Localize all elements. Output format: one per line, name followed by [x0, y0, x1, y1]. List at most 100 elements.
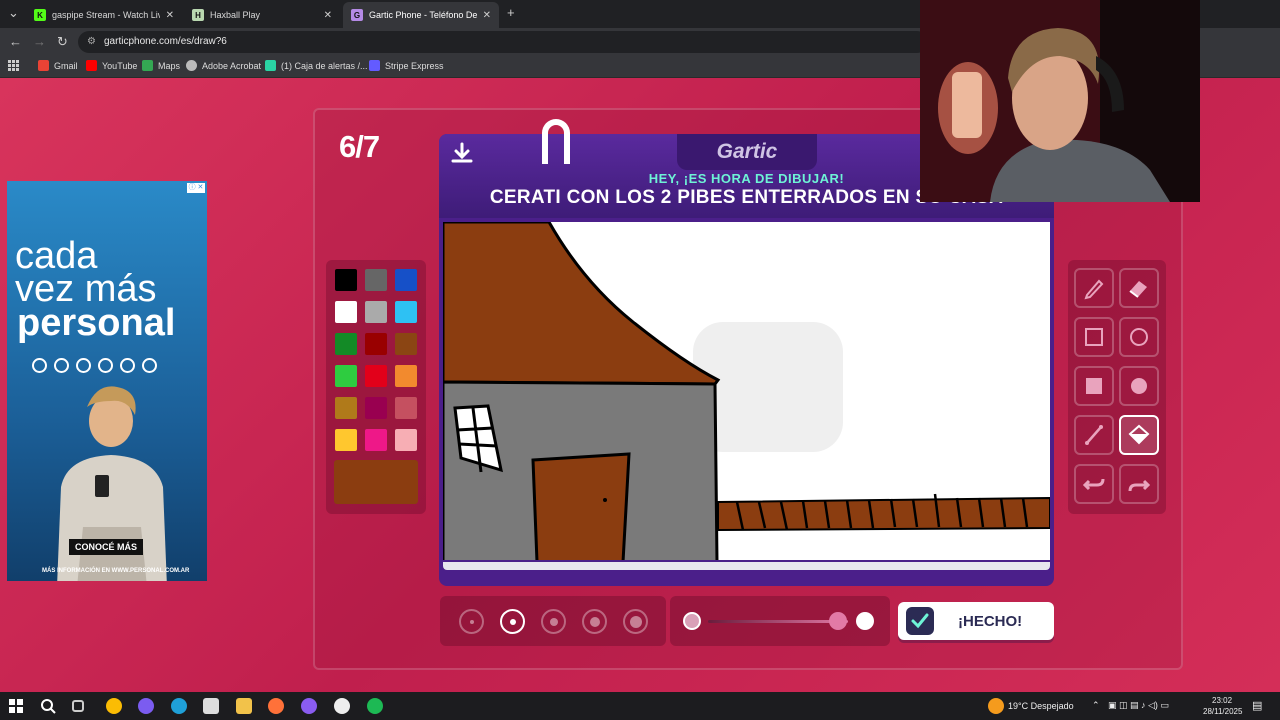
forward-icon[interactable]: →	[33, 34, 46, 49]
color-swatch[interactable]	[335, 429, 357, 451]
brush-size-option[interactable]	[623, 609, 648, 634]
app-icon[interactable]	[301, 698, 317, 714]
youtube-icon	[86, 60, 97, 71]
notebook-ring	[542, 119, 570, 164]
site-info-icon[interactable]: ⚙	[87, 31, 96, 53]
download-icon[interactable]	[451, 142, 473, 170]
file-explorer-icon[interactable]	[236, 698, 252, 714]
tab-kick[interactable]: K gaspipe Stream - Watch Live o ✕	[26, 2, 182, 28]
color-swatch[interactable]	[335, 397, 357, 419]
tab-search-icon[interactable]: ⌄	[8, 5, 19, 21]
gartic-logo: Gartic	[677, 134, 817, 170]
spotify-icon[interactable]	[367, 698, 383, 714]
brush-size-option[interactable]	[541, 609, 566, 634]
store-icon[interactable]	[203, 698, 219, 714]
circle-fill-icon[interactable]	[1119, 366, 1159, 406]
brush-size-option[interactable]	[459, 609, 484, 634]
bookmark-stripe[interactable]: Stripe Express	[369, 60, 444, 71]
bookmark-gmail[interactable]: Gmail	[38, 60, 78, 71]
bookmark-adobe-acrobat[interactable]: Adobe Acrobat	[186, 60, 261, 71]
color-swatch[interactable]	[395, 365, 417, 387]
undo-icon[interactable]	[1074, 464, 1114, 504]
eraser-icon[interactable]	[1119, 268, 1159, 308]
color-swatch[interactable]	[365, 429, 387, 451]
task-view-icon[interactable]	[72, 700, 84, 712]
pen-icon[interactable]	[1074, 268, 1114, 308]
brush-size-bar	[440, 596, 666, 646]
edge-icon[interactable]	[171, 698, 187, 714]
search-icon[interactable]	[40, 698, 56, 714]
brush-size-option[interactable]	[500, 609, 525, 634]
app-icon[interactable]	[334, 698, 350, 714]
color-swatch[interactable]	[365, 301, 387, 323]
close-icon[interactable]: ✕	[166, 10, 174, 21]
color-swatch[interactable]	[395, 429, 417, 451]
bookmark-youtube[interactable]: YouTube	[86, 60, 137, 71]
color-swatch[interactable]	[335, 365, 357, 387]
bookmark-alerts[interactable]: (1) Caja de alertas /...	[265, 60, 368, 71]
color-swatch[interactable]	[365, 397, 387, 419]
color-swatch[interactable]	[395, 301, 417, 323]
opacity-slider-handle[interactable]	[829, 612, 847, 630]
check-icon	[906, 607, 934, 635]
color-swatch[interactable]	[395, 333, 417, 355]
windows-taskbar: 19°C Despejado ⌃ ▣ ◫ ▤ ♪ ◁) ▭ 23:02 28/1…	[0, 692, 1280, 720]
feature-icon	[120, 358, 135, 373]
chrome-icon[interactable]	[106, 698, 122, 714]
maps-icon	[142, 60, 153, 71]
kick-favicon-icon: K	[34, 9, 46, 21]
gartic-favicon-icon: G	[351, 9, 363, 21]
round-counter: 6/7	[339, 129, 380, 164]
haxball-favicon-icon: H	[192, 9, 204, 21]
close-icon[interactable]: ✕	[324, 10, 332, 21]
color-palette	[326, 260, 426, 514]
apps-icon[interactable]	[8, 60, 19, 71]
clock-date[interactable]: 28/11/2025	[1203, 707, 1242, 716]
done-button[interactable]: ¡HECHO!	[898, 602, 1054, 640]
brush-size-option[interactable]	[582, 609, 607, 634]
tool-panel	[1068, 260, 1166, 514]
copilot-icon[interactable]	[138, 698, 154, 714]
color-swatch[interactable]	[335, 301, 357, 323]
redo-icon[interactable]	[1119, 464, 1159, 504]
opacity-slider-track[interactable]	[708, 620, 848, 623]
weather-icon	[988, 698, 1004, 714]
opacity-max-knob[interactable]	[856, 612, 874, 630]
fill-bucket-icon[interactable]	[1119, 415, 1159, 455]
new-tab-icon[interactable]: +	[507, 5, 515, 20]
line-icon[interactable]	[1074, 415, 1114, 455]
tab-haxball[interactable]: H Haxball Play ✕	[184, 2, 340, 28]
tray-icons[interactable]: ▣ ◫ ▤ ♪ ◁) ▭	[1108, 700, 1169, 711]
chevron-up-icon[interactable]: ⌃	[1092, 700, 1100, 711]
firefox-icon[interactable]	[268, 698, 284, 714]
ad-info-icon[interactable]: ⓘ ✕	[187, 183, 205, 193]
drawing-canvas[interactable]	[443, 222, 1050, 560]
windows-start-icon[interactable]	[8, 698, 24, 714]
back-icon[interactable]: ←	[9, 34, 22, 49]
ad-cta-button[interactable]: CONOCÉ MÁS	[69, 539, 144, 555]
notification-icon[interactable]: ▤	[1252, 699, 1262, 712]
ad-feature-icons	[32, 358, 157, 373]
weather-status[interactable]: 19°C Despejado	[1008, 701, 1074, 711]
color-swatch[interactable]	[365, 333, 387, 355]
rectangle-fill-icon[interactable]	[1074, 366, 1114, 406]
bookmark-maps[interactable]: Maps	[142, 60, 180, 71]
color-swatch[interactable]	[335, 269, 357, 291]
close-icon[interactable]: ✕	[483, 10, 491, 21]
color-swatch[interactable]	[395, 269, 417, 291]
feature-icon	[76, 358, 91, 373]
color-swatch[interactable]	[335, 333, 357, 355]
url-input[interactable]: ⚙ garticphone.com/es/draw?6	[78, 31, 928, 53]
clock-time[interactable]: 23:02	[1212, 696, 1232, 705]
advertisement[interactable]: ⓘ ✕ cada vez más personal CONOCÉ MÁS MÁS…	[7, 181, 207, 581]
opacity-min-knob[interactable]	[683, 612, 701, 630]
feature-icon	[32, 358, 47, 373]
rectangle-outline-icon[interactable]	[1074, 317, 1114, 357]
tab-gartic[interactable]: G Gartic Phone - Teléfono Desco ✕	[343, 2, 499, 28]
color-swatch[interactable]	[365, 365, 387, 387]
color-swatch[interactable]	[365, 269, 387, 291]
color-swatch[interactable]	[395, 397, 417, 419]
webcam-overlay	[920, 0, 1200, 202]
reload-icon[interactable]: ↻	[57, 34, 68, 50]
circle-outline-icon[interactable]	[1119, 317, 1159, 357]
